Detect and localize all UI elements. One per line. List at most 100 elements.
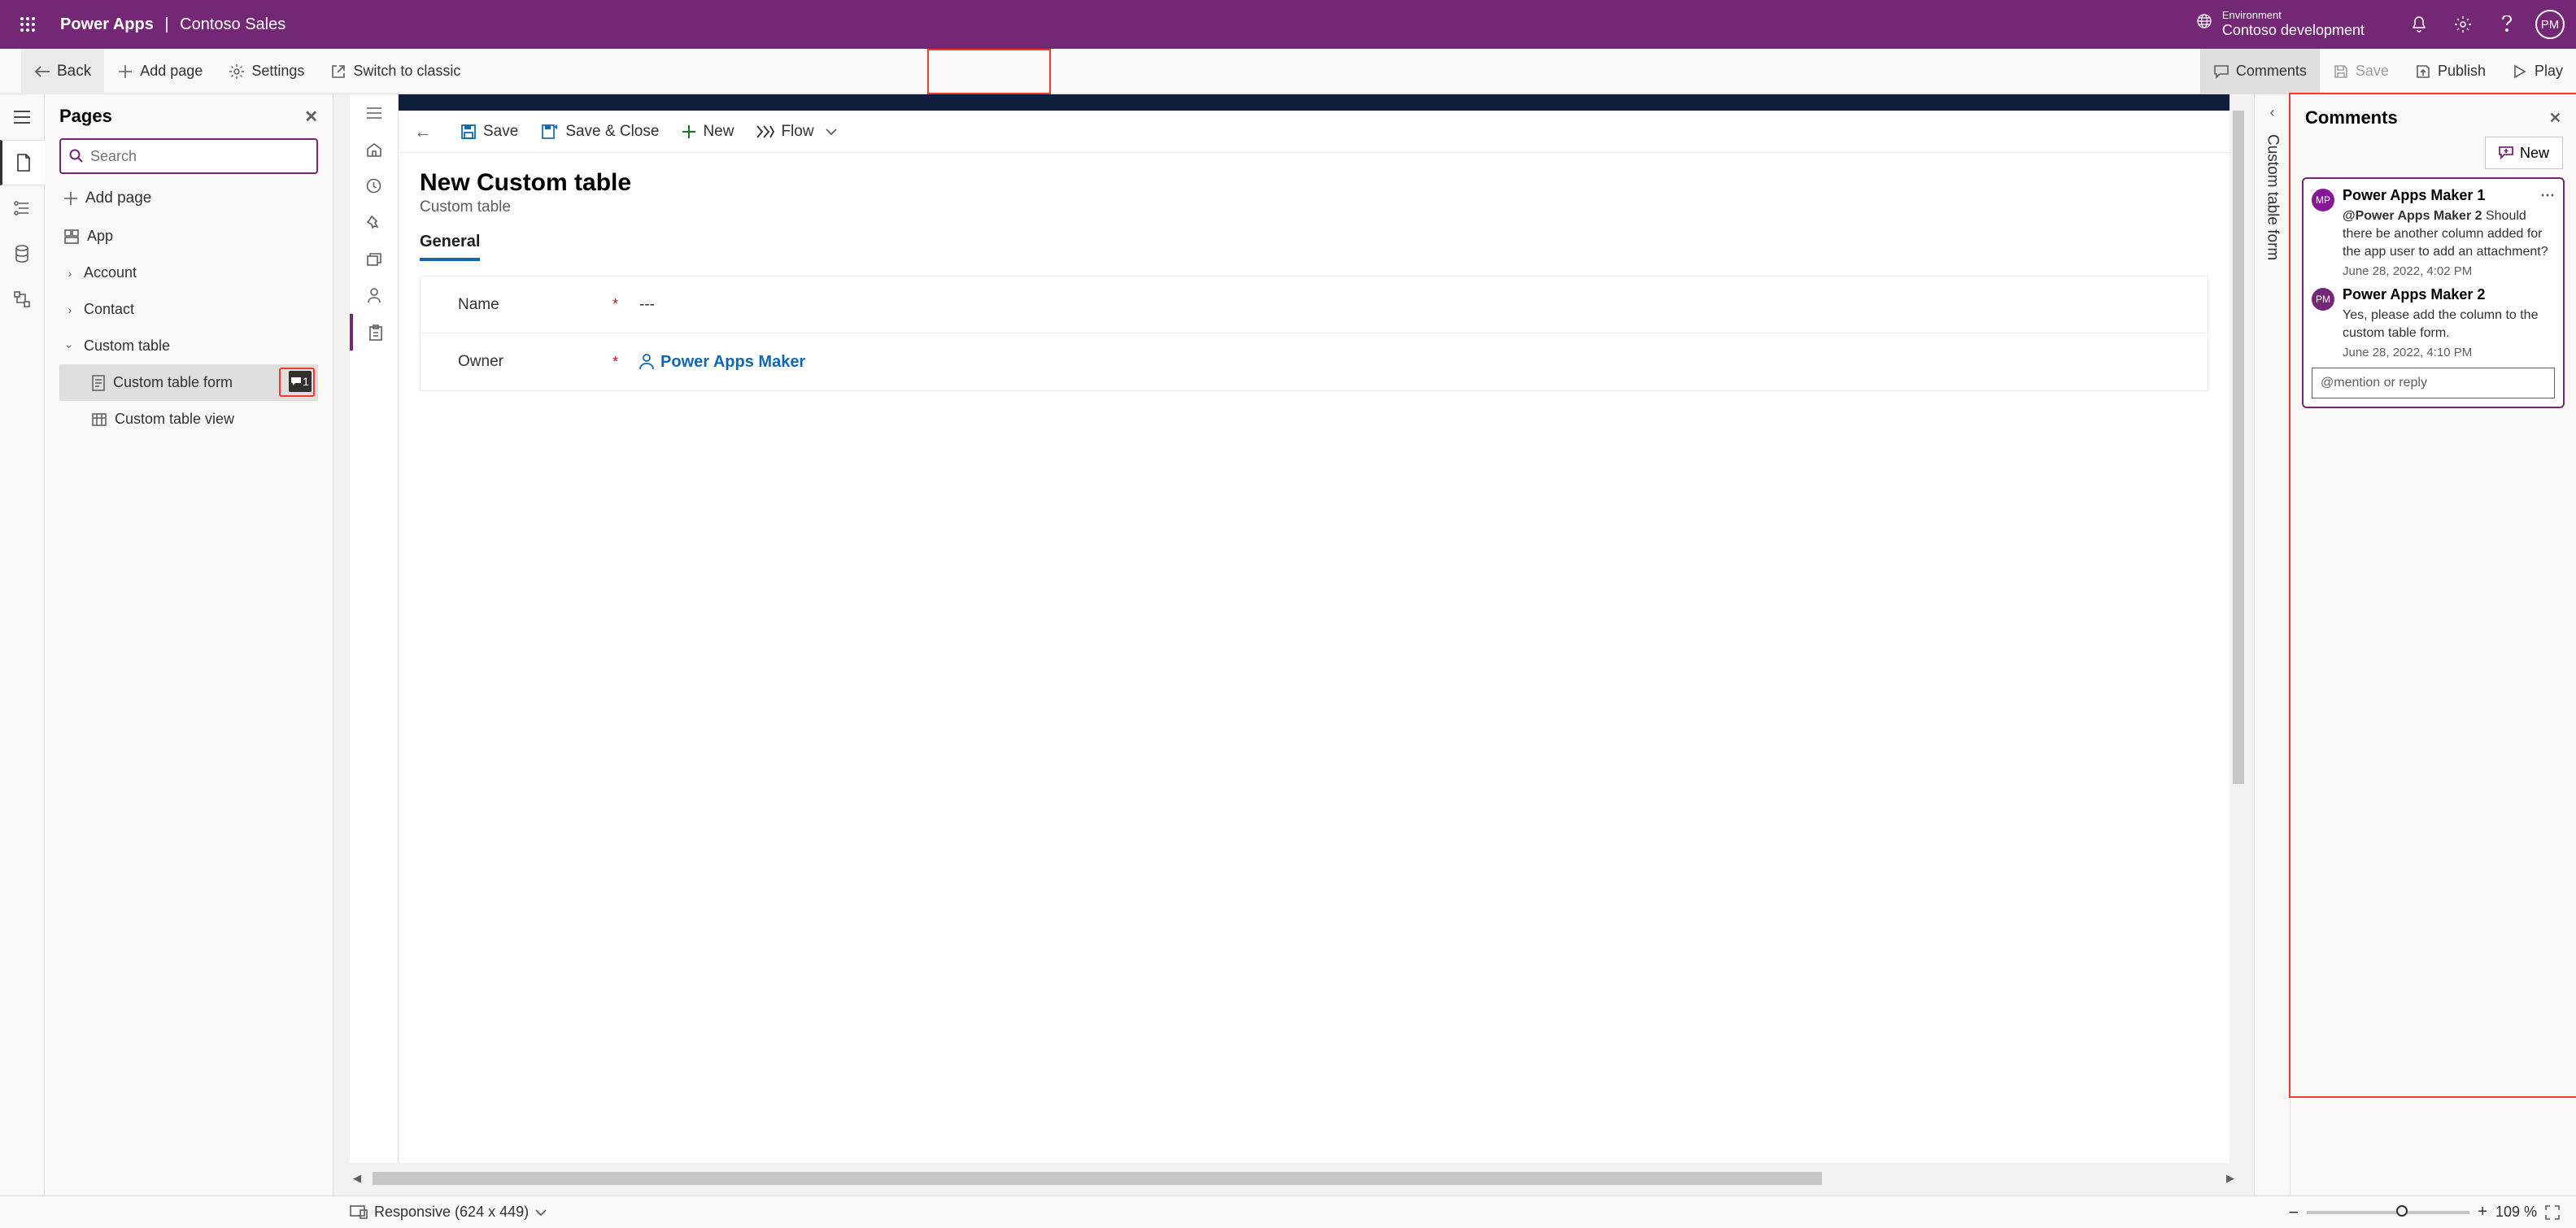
search-box[interactable] <box>59 138 318 174</box>
add-page-row[interactable]: Add page <box>59 179 318 218</box>
close-icon[interactable]: ✕ <box>2549 110 2561 127</box>
gear-icon <box>229 63 245 80</box>
publish-icon <box>2415 63 2431 80</box>
scroll-right-icon[interactable]: ▶ <box>2223 1172 2238 1185</box>
tree-label: Account <box>84 264 137 281</box>
form-rail-home-icon[interactable] <box>350 131 398 168</box>
form-command-bar: ← Save Save & Close New <box>399 111 2229 153</box>
form-rail-person-icon[interactable] <box>350 277 398 314</box>
close-icon[interactable]: ✕ <box>304 107 318 127</box>
play-button[interactable]: Play <box>2499 49 2576 94</box>
tree-item-account[interactable]: › Account <box>59 255 318 291</box>
zoom-out-icon[interactable]: − <box>2288 1202 2299 1223</box>
notifications-icon[interactable] <box>2397 0 2441 49</box>
comment-timestamp: June 28, 2022, 4:02 PM <box>2343 264 2555 278</box>
comment-author: Power Apps Maker 1 <box>2343 187 2485 204</box>
tree-item-custom-table-form[interactable]: Custom table form 1 <box>59 364 318 401</box>
settings-button[interactable]: Settings <box>216 49 317 94</box>
tree-label: Custom table view <box>115 411 234 428</box>
nav-hamburger-icon[interactable] <box>0 94 44 140</box>
comment-count-badge: 1 <box>289 371 312 392</box>
user-avatar[interactable]: PM <box>2535 10 2565 39</box>
nav-data-icon[interactable] <box>0 231 44 277</box>
app-icon <box>64 229 79 244</box>
form-rail-pinned-icon[interactable] <box>350 204 398 241</box>
comment-avatar: PM <box>2312 288 2334 311</box>
new-comment-button[interactable]: New <box>2485 137 2563 169</box>
form-flow-button[interactable]: Flow <box>756 123 836 141</box>
form-back-icon[interactable]: ← <box>408 121 438 142</box>
tree-item-custom-table-view[interactable]: Custom table view <box>59 401 318 438</box>
search-input[interactable] <box>90 148 308 165</box>
form-preview: ← Save Save & Close New <box>399 94 2229 1163</box>
more-icon[interactable]: ⋯ <box>2540 187 2555 204</box>
back-button[interactable]: Back <box>21 49 104 94</box>
field-owner[interactable]: Owner * Power Apps Maker <box>421 333 2208 390</box>
comment-thread: MP Power Apps Maker 1 ⋯ @Power Apps Make… <box>2302 177 2565 408</box>
tree-item-contact[interactable]: › Contact <box>59 291 318 328</box>
form-save-button[interactable]: Save <box>460 123 518 141</box>
pages-title: Pages <box>59 106 112 127</box>
add-page-button[interactable]: Add page <box>104 49 216 94</box>
play-icon <box>2512 63 2528 80</box>
comments-button[interactable]: Comments <box>2200 49 2320 94</box>
fit-icon[interactable] <box>2545 1205 2560 1220</box>
scroll-left-icon[interactable]: ◀ <box>350 1172 364 1185</box>
reply-input[interactable]: @mention or reply <box>2312 368 2555 398</box>
environment-picker[interactable]: Environment Contoso development <box>2196 10 2365 39</box>
field-label: Owner <box>458 353 612 371</box>
nav-tree-icon[interactable] <box>0 185 44 231</box>
form-nav-rail <box>350 94 399 1163</box>
publish-button[interactable]: Publish <box>2402 49 2499 94</box>
comment-avatar: MP <box>2312 189 2334 211</box>
help-icon[interactable] <box>2485 0 2529 49</box>
external-icon <box>330 63 347 80</box>
status-bar: Responsive (624 x 449) − + 109 % <box>0 1195 2576 1228</box>
comment-text: @Power Apps Maker 2 Should there be anot… <box>2343 207 2555 261</box>
field-name[interactable]: Name * --- <box>421 277 2208 333</box>
brand: Power Apps | Contoso Sales <box>60 15 285 34</box>
app-launcher-icon[interactable] <box>11 17 44 32</box>
form-new-button[interactable]: New <box>682 123 734 141</box>
nav-automation-icon[interactable] <box>0 277 44 322</box>
app-header: Power Apps | Contoso Sales Environment C… <box>0 0 2576 49</box>
tree-label: Contact <box>84 301 134 318</box>
responsive-indicator[interactable]: Responsive (624 x 449) <box>350 1204 547 1221</box>
save-button: Save <box>2320 49 2402 94</box>
switch-label: Switch to classic <box>353 63 460 80</box>
form-rail-group1-icon[interactable] <box>350 241 398 277</box>
form-icon <box>92 375 105 391</box>
command-bar: Back Add page Settings Switch to classic… <box>0 49 2576 94</box>
nav-pages-icon[interactable] <box>0 140 45 185</box>
comment-author: Power Apps Maker 2 <box>2343 286 2555 303</box>
comment-text: Yes, please add the column to the custom… <box>2343 307 2555 342</box>
form-rail-recent-icon[interactable] <box>350 168 398 204</box>
zoom-in-icon[interactable]: + <box>2478 1203 2487 1221</box>
right-tab-label: Custom table form <box>2264 134 2282 260</box>
environment-label: Environment <box>2222 10 2365 21</box>
chevron-left-icon[interactable]: ‹ <box>2270 104 2275 121</box>
plus-icon <box>117 63 133 80</box>
tree-label: App <box>87 228 113 245</box>
comments-panel: Comments ✕ New MP Power Apps Maker 1 ⋯ @… <box>2290 94 2576 1195</box>
publish-label: Publish <box>2438 63 2486 80</box>
form-rail-active-icon[interactable] <box>350 314 398 351</box>
field-label: Name <box>458 296 612 314</box>
form-rail-hamburger-icon[interactable] <box>350 94 398 131</box>
right-collapsed-tab[interactable]: ‹ Custom table form <box>2254 94 2290 1195</box>
form-save-close-button[interactable]: Save & Close <box>541 123 659 141</box>
add-page-label: Add page <box>85 189 151 207</box>
brand-separator: | <box>164 15 168 33</box>
switch-classic-button[interactable]: Switch to classic <box>317 49 473 94</box>
horizontal-scrollbar[interactable]: ◀ ▶ <box>350 1169 2238 1187</box>
device-icon <box>350 1205 368 1219</box>
tree-item-app[interactable]: App <box>59 218 318 255</box>
zoom-slider[interactable] <box>2307 1211 2469 1214</box>
vertical-scrollbar[interactable] <box>2233 111 2244 1147</box>
settings-icon[interactable] <box>2441 0 2485 49</box>
tree-item-custom-table[interactable]: › Custom table <box>59 328 318 364</box>
tree-label: Custom table <box>84 337 170 355</box>
field-value: Power Apps Maker <box>639 353 805 372</box>
tab-general[interactable]: General <box>420 233 480 261</box>
form-app-header-strip <box>399 94 2229 111</box>
